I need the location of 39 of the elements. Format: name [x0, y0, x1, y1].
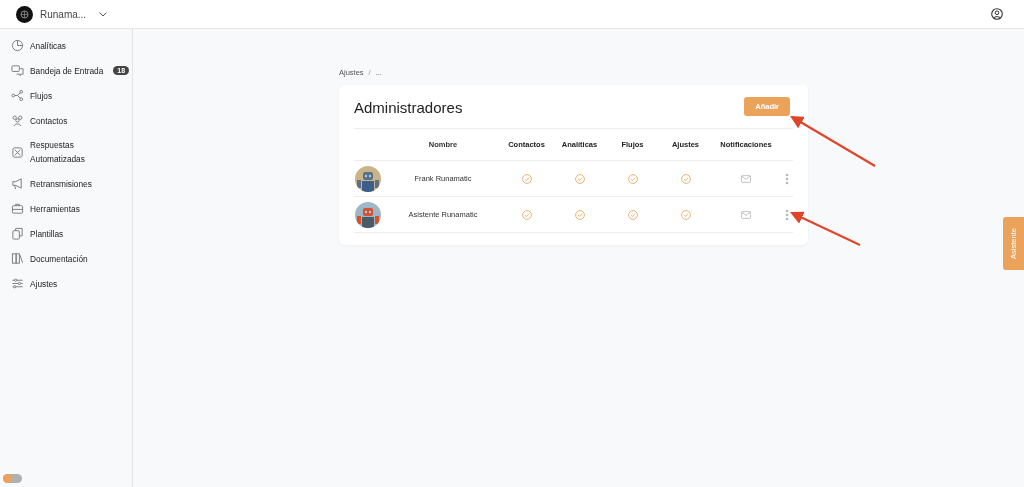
books-icon — [11, 252, 24, 265]
sidebar-item-label: Documentación — [30, 252, 88, 266]
sidebar-item-label: Plantillas — [30, 227, 64, 241]
sidebar-item[interactable]: Respuestas Automatizadas — [0, 136, 132, 168]
sidebar-item-label: Contactos — [30, 114, 68, 128]
user-icon[interactable] — [991, 8, 1003, 20]
annotation-arrow — [790, 211, 861, 246]
square-x-icon — [11, 145, 24, 159]
sidebar-item-label: Flujos — [30, 89, 53, 103]
sidebar-item[interactable]: Flujos — [0, 86, 132, 105]
kebab-menu-icon[interactable] — [784, 172, 789, 185]
sidebar-item[interactable]: Herramientas — [0, 199, 132, 218]
briefcase-icon — [11, 202, 24, 215]
chart-pie-icon — [11, 39, 24, 52]
sidebar-item-label: Respuestas Automatizadas — [30, 139, 86, 166]
chat-bubbles-icon — [11, 64, 24, 77]
envelope-icon[interactable] — [741, 211, 751, 219]
sidebar-item[interactable]: Analíticas — [0, 36, 132, 55]
copy-icon — [11, 227, 24, 240]
sidebar-item-label: Ajustes — [30, 277, 58, 291]
logo-icon — [16, 5, 33, 23]
chevron-down-icon[interactable] — [99, 11, 108, 17]
nodes-icon — [11, 89, 24, 102]
sidebar-item[interactable]: Contactos — [0, 111, 132, 130]
envelope-icon[interactable] — [741, 175, 751, 183]
megaphone-icon — [11, 177, 24, 190]
sidebar-item-label: Retransmisiones — [30, 177, 92, 191]
sidebar-item-label: Bandeja de Entrada — [30, 64, 104, 78]
sidebar-item[interactable]: Plantillas — [0, 224, 132, 243]
sliders-icon — [11, 277, 24, 290]
sidebar-item[interactable]: Retransmisiones — [0, 174, 132, 193]
sidebar-item-label: Herramientas — [30, 202, 80, 216]
sidebar-item[interactable]: Documentación — [0, 249, 132, 268]
workspace-name[interactable]: Runama... — [40, 8, 87, 20]
sidebar-item[interactable]: Ajustes — [0, 274, 132, 293]
sidebar-item-label: Analíticas — [30, 39, 66, 53]
theme-toggle[interactable] — [3, 474, 22, 483]
kebab-menu-icon[interactable] — [784, 208, 789, 221]
card-title: Administradores — [354, 99, 463, 116]
